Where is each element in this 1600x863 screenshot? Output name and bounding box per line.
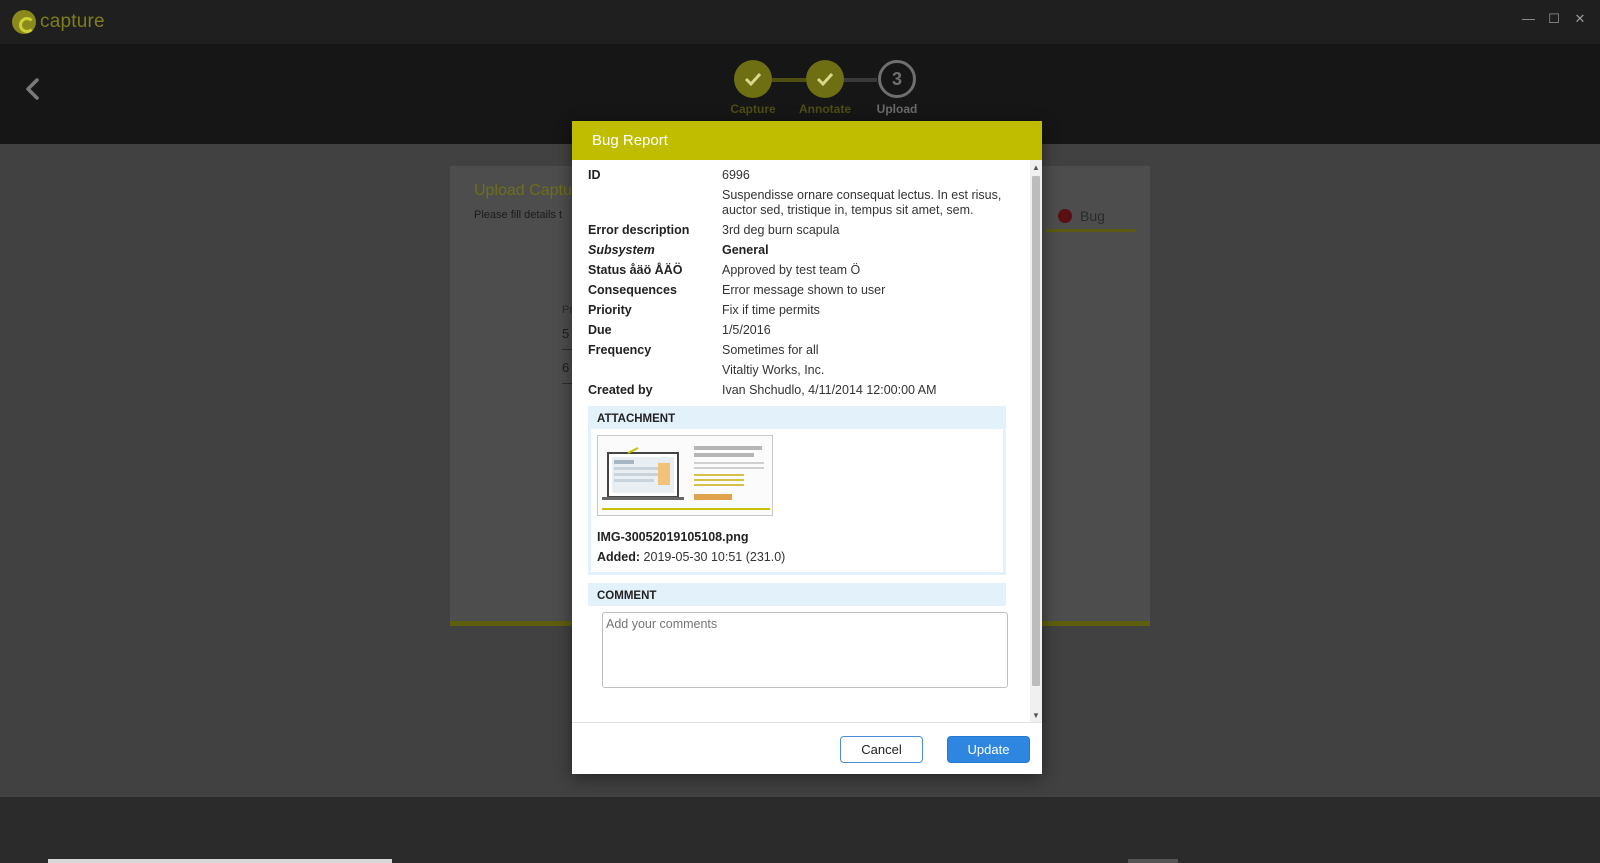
- update-button[interactable]: Update: [947, 736, 1030, 763]
- dialog-scrollbar[interactable]: ▲ ▼: [1030, 160, 1042, 722]
- title-bar: capture — ☐ ✕: [0, 0, 1600, 44]
- field-row: Due 1/5/2016: [588, 323, 1006, 338]
- card-subtitle: Please fill details t: [474, 209, 563, 221]
- field-row: Priority Fix if time permits: [588, 303, 1006, 318]
- check-icon: [806, 60, 844, 98]
- attachment-body: IMG-30052019105108.png Added: 2019-05-30…: [591, 429, 1003, 572]
- field-value: Fix if time permits: [722, 303, 820, 317]
- field-row: Vitaltiy Works, Inc.: [588, 363, 1006, 378]
- bug-report-dialog: Bug Report ID 6996 Suspendisse ornare co…: [572, 121, 1042, 774]
- taskbar-strip: [48, 859, 392, 863]
- scroll-up-icon[interactable]: ▲: [1030, 160, 1042, 174]
- field-value: Vitaltiy Works, Inc.: [722, 363, 825, 377]
- step-label: Capture: [730, 102, 776, 116]
- field-row: Frequency Sometimes for all: [588, 343, 1006, 358]
- window-controls: — ☐ ✕: [1522, 12, 1586, 26]
- step-label: Upload: [876, 102, 918, 116]
- field-label: Consequences: [588, 283, 677, 297]
- close-icon[interactable]: ✕: [1574, 12, 1586, 26]
- comment-section: COMMENT: [588, 583, 1006, 606]
- bottom-bar: [0, 797, 1600, 863]
- step-annotate: Annotate: [785, 60, 865, 116]
- field-label: Due: [588, 323, 612, 337]
- scrollbar-thumb[interactable]: [1032, 176, 1040, 686]
- taskbar-strip: [1128, 859, 1178, 863]
- field-value: 3rd deg burn scapula: [722, 223, 840, 237]
- added-value: 2019-05-30 10:51 (231.0): [643, 550, 786, 564]
- field-label: Created by: [588, 383, 653, 397]
- field-row: Subsystem General: [588, 243, 1006, 258]
- app-logo: capture: [12, 10, 105, 34]
- field-row: Suspendisse ornare consequat lectus. In …: [588, 188, 1006, 218]
- field-value: Error message shown to user: [722, 283, 886, 297]
- field-label: Error description: [588, 223, 690, 237]
- field-value: 6996: [722, 168, 750, 182]
- field-value: Suspendisse ornare consequat lectus. In …: [722, 188, 1002, 217]
- tab-label: Bug: [1080, 207, 1105, 224]
- field-label: Subsystem: [588, 243, 655, 257]
- field-value: General: [722, 243, 769, 257]
- attachment-thumbnail[interactable]: [597, 435, 773, 516]
- field-row: Status åäö ÅÄÖ Approved by test team Ö: [588, 263, 1006, 278]
- field-value: Ivan Shchudlo, 4/11/2014 12:00:00 AM: [722, 383, 937, 397]
- field-label: [588, 188, 722, 218]
- dialog-footer: Cancel Update: [572, 722, 1042, 774]
- field-value: Approved by test team Ö: [722, 263, 861, 277]
- dialog-body: ID 6996 Suspendisse ornare consequat lec…: [572, 160, 1042, 722]
- attachment-filename: IMG-30052019105108.png: [597, 530, 749, 544]
- minimize-icon[interactable]: —: [1522, 12, 1535, 26]
- card-title: Upload Captu: [474, 182, 572, 199]
- tab-bug[interactable]: Bug: [1046, 202, 1136, 232]
- check-icon: [734, 60, 772, 98]
- field-value: 1/5/2016: [722, 323, 771, 337]
- cancel-button[interactable]: Cancel: [840, 736, 923, 763]
- section-header: ATTACHMENT: [591, 409, 1003, 429]
- field-label: [588, 363, 722, 378]
- attachment-section: ATTACHMENT IMG-30052019105108.png Added:…: [588, 406, 1006, 575]
- image-preview-icon: [598, 436, 772, 515]
- field-value: Sometimes for all: [722, 343, 819, 357]
- attachment-added: Added: 2019-05-30 10:51 (231.0): [597, 550, 997, 564]
- maximize-icon[interactable]: ☐: [1548, 12, 1560, 26]
- field-label: Status åäö ÅÄÖ: [588, 263, 683, 277]
- field-row: Consequences Error message shown to user: [588, 283, 1006, 298]
- step-label: Annotate: [799, 102, 851, 116]
- step-upload: 3 Upload: [857, 60, 937, 116]
- capture-logo-icon: [12, 10, 36, 34]
- added-label: Added:: [597, 550, 641, 564]
- field-row: Error description 3rd deg burn scapula: [588, 223, 1006, 238]
- field-label: Frequency: [588, 343, 652, 357]
- field-row: ID 6996: [588, 168, 1006, 183]
- field-row: Created by Ivan Shchudlo, 4/11/2014 12:0…: [588, 383, 1006, 398]
- step-capture: Capture: [713, 60, 793, 116]
- scroll-down-icon[interactable]: ▼: [1030, 708, 1042, 722]
- field-label: ID: [588, 168, 601, 182]
- field-label: Priority: [588, 303, 632, 317]
- app-name: capture: [40, 11, 105, 32]
- bug-icon: [1058, 208, 1072, 223]
- dialog-scroll-content: ID 6996 Suspendisse ornare consequat lec…: [588, 168, 1008, 693]
- dialog-title: Bug Report: [572, 121, 1042, 160]
- progress-stepper: Capture Annotate 3 Upload: [0, 60, 1600, 130]
- comment-input[interactable]: [602, 612, 1008, 688]
- section-header: COMMENT: [591, 586, 1003, 606]
- step-number: 3: [878, 60, 916, 98]
